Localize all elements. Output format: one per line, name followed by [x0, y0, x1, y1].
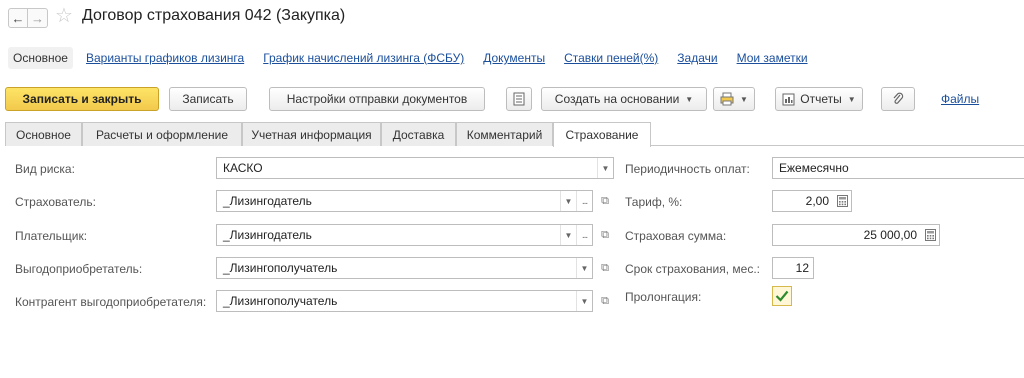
create-based-on-button[interactable]: Создать на основании ▼ — [541, 87, 707, 111]
nav-documents[interactable]: Документы — [483, 51, 545, 65]
forward-button[interactable]: → — [28, 8, 48, 28]
nav-my-notes[interactable]: Мои заметки — [737, 51, 808, 65]
open-window-icon[interactable]: ⧉ — [598, 194, 612, 208]
term-value: 12 — [795, 261, 809, 275]
payment-frequency-label: Периодичность оплат: — [625, 162, 750, 176]
prolongation-label: Пролонгация: — [625, 290, 702, 304]
beneficiary-field[interactable]: _Лизингополучатель ▼ — [216, 257, 593, 279]
payment-frequency-field[interactable]: Ежемесячно — [772, 157, 1024, 179]
form-tabs: Основное Расчеты и оформление Учетная ин… — [5, 122, 1024, 147]
reports-label: Отчеты — [800, 92, 842, 106]
insured-sum-label: Страховая сумма: — [625, 229, 727, 243]
report-icon — [782, 93, 795, 105]
risk-type-field[interactable]: КАСКО ▼ — [216, 157, 614, 179]
risk-type-value: КАСКО — [223, 161, 263, 175]
risk-type-label: Вид риска: — [15, 162, 75, 176]
insured-sum-field[interactable]: 25 000,00 — [772, 224, 940, 246]
payer-field[interactable]: _Лизингодатель ▼ ... — [216, 224, 593, 246]
chevron-down-icon[interactable]: ▼ — [576, 291, 592, 311]
tab-calculations[interactable]: Расчеты и оформление — [82, 122, 242, 146]
send-settings-button[interactable]: Настройки отправки документов — [269, 87, 485, 111]
chevron-down-icon: ▼ — [685, 94, 694, 104]
tariff-label: Тариф, %: — [625, 195, 683, 209]
arrow-right-icon: → — [31, 10, 44, 26]
nav-penalty-rates[interactable]: Ставки пеней(%) — [564, 51, 658, 65]
nav-main[interactable]: Основное — [8, 47, 73, 69]
save-button[interactable]: Записать — [169, 87, 247, 111]
printer-icon — [720, 92, 734, 106]
create-based-on-label: Создать на основании — [554, 92, 680, 106]
chevron-down-icon[interactable]: ▼ — [597, 158, 613, 178]
select-dots-icon[interactable]: ... — [576, 191, 592, 211]
tab-insurance[interactable]: Страхование — [553, 122, 651, 147]
nav-leasing-schedule-variants[interactable]: Варианты графиков лизинга — [86, 51, 244, 65]
insured-sum-value: 25 000,00 — [863, 228, 917, 242]
beneficiary-contractor-field[interactable]: _Лизингополучатель ▼ — [216, 290, 593, 312]
beneficiary-label: Выгодоприобретатель: — [15, 262, 143, 276]
tab-accounting-info[interactable]: Учетная информация — [242, 122, 381, 146]
tariff-field[interactable]: 2,00 — [772, 190, 852, 212]
beneficiary-value: _Лизингополучатель — [223, 261, 338, 275]
title-bar: ← → ☆ Договор страхования 042 (Закупка) — [0, 0, 1024, 38]
command-toolbar: Записать и закрыть Записать Настройки от… — [5, 87, 1024, 113]
tab-delivery[interactable]: Доставка — [381, 122, 456, 146]
open-window-icon[interactable]: ⧉ — [598, 261, 612, 275]
chevron-down-icon[interactable]: ▼ — [576, 258, 592, 278]
prolongation-checkbox[interactable] — [772, 286, 792, 306]
nav-tasks[interactable]: Задачи — [677, 51, 717, 65]
document-list-button[interactable] — [506, 87, 532, 111]
tab-main[interactable]: Основное — [5, 122, 82, 146]
print-button[interactable]: ▼ — [713, 87, 755, 111]
tab-comment[interactable]: Комментарий — [456, 122, 553, 146]
term-label: Срок страхования, мес.: — [625, 262, 760, 276]
back-button[interactable]: ← — [8, 8, 28, 28]
attach-button[interactable] — [881, 87, 915, 111]
payer-label: Плательщик: — [15, 229, 88, 243]
calculator-icon[interactable] — [921, 225, 939, 245]
insurer-value: _Лизингодатель — [223, 194, 312, 208]
chevron-down-icon: ▼ — [740, 94, 748, 104]
beneficiary-contractor-value: _Лизингополучатель — [223, 294, 338, 308]
open-window-icon[interactable]: ⧉ — [598, 294, 612, 308]
term-field[interactable]: 12 — [772, 257, 814, 279]
reports-button[interactable]: Отчеты ▼ — [775, 87, 863, 111]
payment-frequency-value: Ежемесячно — [779, 161, 849, 175]
chevron-down-icon: ▼ — [847, 94, 856, 104]
select-dots-icon[interactable]: ... — [576, 225, 592, 245]
arrow-left-icon: ← — [11, 10, 25, 26]
nav-leasing-accruals-schedule[interactable]: График начислений лизинга (ФСБУ) — [263, 51, 464, 65]
section-nav: Основное Варианты графиков лизинга Графи… — [8, 45, 827, 71]
insurer-label: Страхователь: — [15, 195, 96, 209]
window-title: Договор страхования 042 (Закупка) — [82, 7, 346, 24]
document-list-icon — [513, 92, 525, 106]
tariff-value: 2,00 — [805, 194, 829, 208]
files-link[interactable]: Файлы — [941, 92, 979, 106]
favorite-star-icon[interactable]: ☆ — [55, 5, 73, 27]
beneficiary-contractor-label: Контрагент выгодоприобретателя: — [15, 295, 207, 309]
paperclip-icon — [893, 92, 904, 104]
insurer-field[interactable]: _Лизингодатель ▼ ... — [216, 190, 593, 212]
payer-value: _Лизингодатель — [223, 228, 312, 242]
open-window-icon[interactable]: ⧉ — [598, 228, 612, 242]
checkmark-icon — [775, 290, 789, 302]
calculator-icon[interactable] — [833, 191, 851, 211]
save-and-close-button[interactable]: Записать и закрыть — [5, 87, 159, 111]
chevron-down-icon[interactable]: ▼ — [560, 191, 576, 211]
chevron-down-icon[interactable]: ▼ — [560, 225, 576, 245]
